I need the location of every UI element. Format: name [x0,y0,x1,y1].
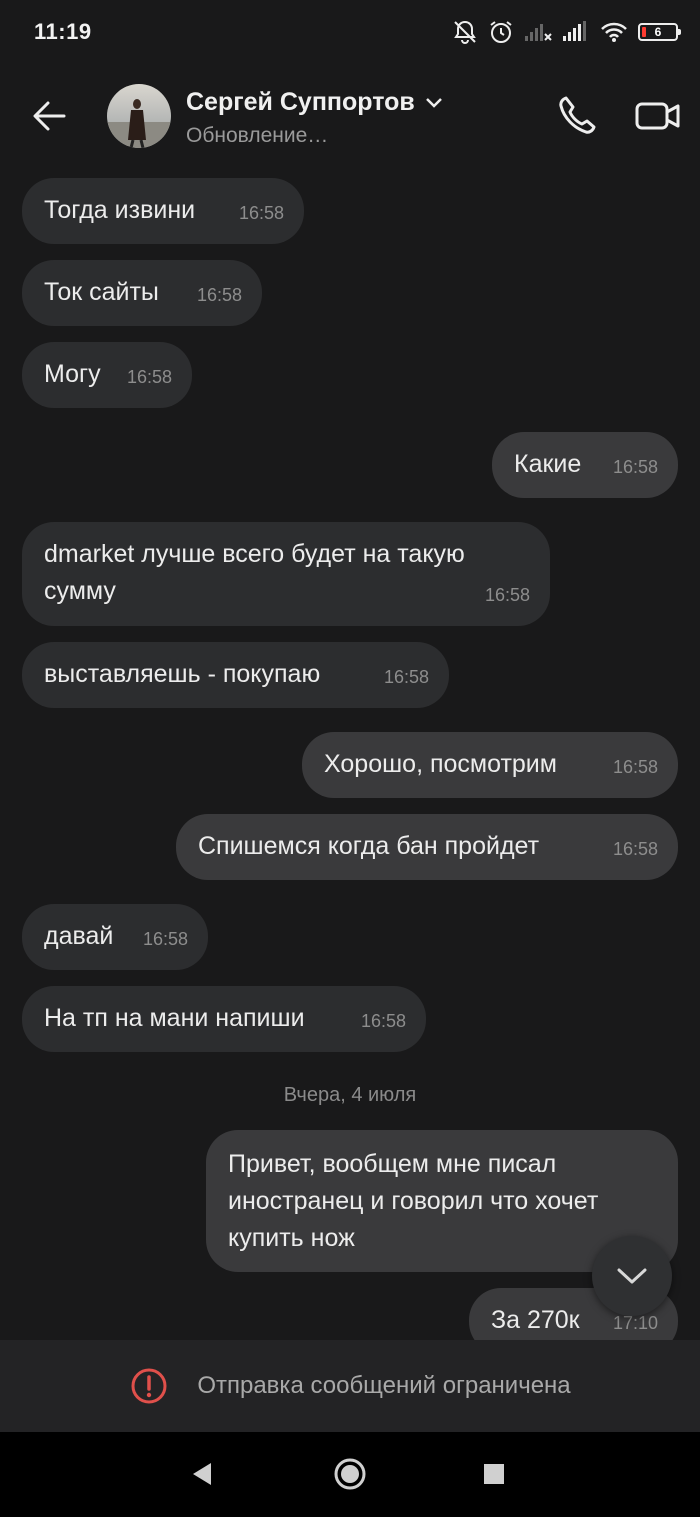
phone-icon [559,96,596,134]
message-text: Могу [44,360,101,388]
restricted-message: Отправка сообщений ограничена [197,1372,571,1399]
signal-icon-1 [524,21,552,43]
wifi-icon [600,21,628,43]
message-time: 16:58 [612,457,658,477]
scroll-to-bottom-button[interactable] [592,1236,672,1316]
contact-name-text: Сергей Суппортов [186,88,415,116]
message-text: Тогда извини [44,196,196,224]
message-bubble-incoming[interactable]: Ток сайты 16:58 [22,260,262,326]
message-time: 16:58 [238,203,284,223]
message-bubble-outgoing[interactable]: Хорошо, посмотрим 16:58 [302,732,678,798]
avatar[interactable] [107,84,171,148]
message-time: 16:58 [383,667,429,687]
home-circle-icon [334,1458,366,1490]
message-time: 16:58 [484,585,530,605]
chevron-down-icon [617,1268,647,1284]
signal-icon-2 [562,21,590,43]
message-time: 16:58 [612,839,658,859]
square-recents-icon [484,1464,504,1484]
messaging-restricted-bar: Отправка сообщений ограничена [0,1340,700,1432]
message-bubble-incoming[interactable]: dmarket лучше всего будет на такую сумму… [22,522,550,626]
status-time: 11:19 [34,19,92,44]
video-call-button[interactable] [632,90,684,142]
message-time: 16:58 [142,929,188,949]
nav-recents-button[interactable] [474,1454,514,1494]
arrow-left-icon [33,101,66,131]
message-text: давай [44,922,114,950]
message-text: Спишемся когда бан пройдет [198,832,540,860]
message-bubble-outgoing[interactable]: Какие 16:58 [492,432,678,498]
message-text: Хорошо, посмотрим [324,750,557,778]
message-feed[interactable]: Тогда извини 16:58 Ток сайты 16:58 Могу … [0,168,700,1340]
warning-icon [131,1368,167,1404]
message-text: Привет, вообщем мне писал иностранец и г… [228,1150,599,1252]
chevron-down-icon [425,97,442,108]
message-text: dmarket лучше всего будет на такую сумму [44,540,465,605]
nav-back-button[interactable] [182,1454,222,1494]
nav-home-button[interactable] [330,1454,370,1494]
alarm-icon [488,19,514,45]
status-bar: 11:19 6 [0,0,700,64]
battery-level: 6 [654,25,662,39]
message-time: 16:58 [612,757,658,777]
message-bubble-incoming[interactable]: Тогда извини 16:58 [22,178,304,244]
message-bubble-outgoing[interactable]: Спишемся когда бан пройдет 16:58 [176,814,678,880]
contact-status: Обновление… [186,124,329,147]
message-bubble-incoming[interactable]: Могу 16:58 [22,342,192,408]
call-button[interactable] [552,90,604,142]
message-text: На тп на мани напиши [44,1004,305,1032]
message-bubble-incoming[interactable]: На тп на мани напиши 16:58 [22,986,426,1052]
message-text: Ток сайты [44,278,159,306]
video-camera-icon [635,102,680,130]
back-button[interactable] [26,92,74,140]
message-bubble-incoming[interactable]: выставляешь - покупаю 16:58 [22,642,449,708]
message-text: выставляешь - покупаю [44,660,321,688]
notifications-off-icon [452,19,478,45]
message-time: 16:58 [126,367,172,387]
message-time: 16:58 [360,1011,406,1031]
system-navigation-bar [0,1432,700,1517]
message-bubble-incoming[interactable]: давай 16:58 [22,904,208,970]
message-time: 16:58 [196,285,242,305]
battery-icon: 6 [638,23,681,41]
message-text: Какие [514,450,582,478]
triangle-back-icon [193,1463,211,1485]
contact-name[interactable]: Сергей Суппортов [186,88,443,117]
date-separator: Вчера, 4 июля [283,1084,417,1106]
chat-header: Сергей Суппортов Обновление… [0,64,700,168]
message-text: За 270к [491,1306,580,1334]
status-icons: 6 [452,16,681,48]
